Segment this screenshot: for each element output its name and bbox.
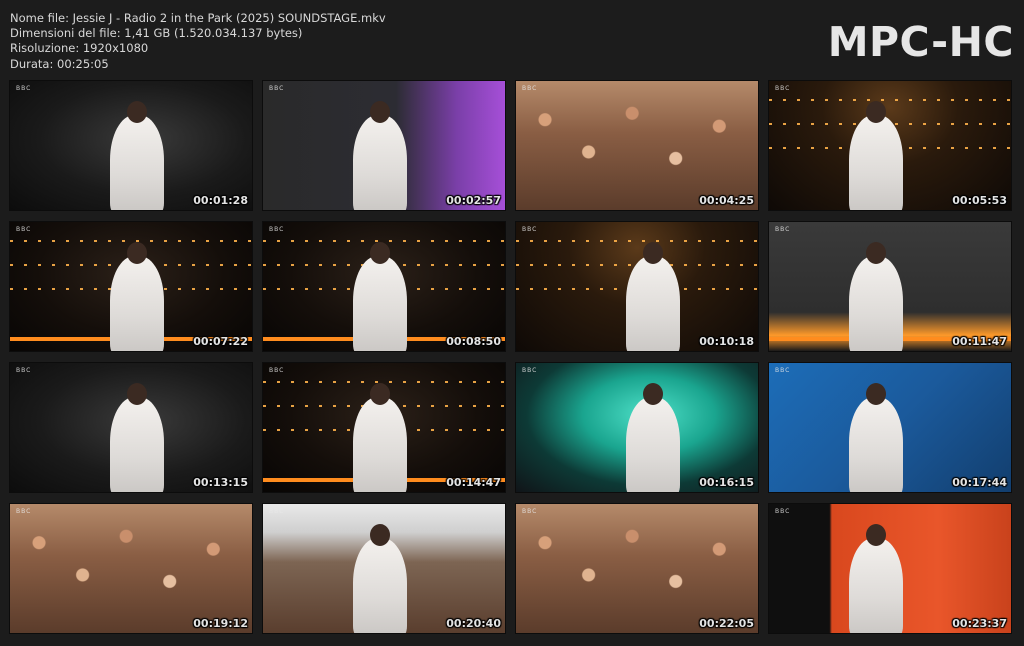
bbc-watermark: BBC [522, 85, 538, 92]
stage-lights [263, 381, 505, 383]
bbc-watermark: BBC [269, 508, 285, 515]
performer-head [127, 242, 147, 264]
thumbnail-frame: BBC 00:01:28 [9, 80, 253, 211]
timestamp-label: 00:17:44 [952, 476, 1007, 489]
thumbnail-frame: BBC 00:07:22 [9, 221, 253, 352]
timestamp-label: 00:05:53 [952, 194, 1007, 207]
bbc-watermark: BBC [16, 85, 32, 92]
thumbnail-frame: BBC 00:17:44 [768, 362, 1012, 493]
performer-head [370, 383, 390, 405]
timestamp-label: 00:14:47 [446, 476, 501, 489]
thumbnail-frame: BBC 00:08:50 [262, 221, 506, 352]
performer-head [643, 242, 663, 264]
performer-figure [626, 256, 680, 351]
performer-figure [110, 115, 164, 210]
performer-head [866, 242, 886, 264]
performer-figure [849, 115, 903, 210]
thumbnail-frame: BBC 00:23:37 [768, 503, 1012, 634]
thumbnail-image [516, 81, 758, 210]
bbc-watermark: BBC [775, 85, 791, 92]
performer-figure [849, 397, 903, 492]
thumbnail-grid: BBC 00:01:28 BBC 00:02:57 BBC 00:04:25 BBC 00:0… [0, 0, 1024, 646]
thumbnail-frame: BBC 00:11:47 [768, 221, 1012, 352]
timestamp-label: 00:22:05 [699, 617, 754, 630]
performer-head [866, 524, 886, 546]
stage-lights [516, 240, 758, 242]
thumbnail-frame: BBC 00:16:15 [515, 362, 759, 493]
bbc-watermark: BBC [775, 367, 791, 374]
performer-figure [626, 397, 680, 492]
bbc-watermark: BBC [16, 226, 32, 233]
performer-figure [353, 538, 407, 633]
performer-head [370, 524, 390, 546]
timestamp-label: 00:11:47 [952, 335, 1007, 348]
timestamp-label: 00:08:50 [446, 335, 501, 348]
bbc-watermark: BBC [775, 508, 791, 515]
bbc-watermark: BBC [269, 226, 285, 233]
performer-head [127, 383, 147, 405]
performer-figure [110, 256, 164, 351]
bbc-watermark: BBC [269, 85, 285, 92]
thumbnail-frame: BBC 00:22:05 [515, 503, 759, 634]
performer-head [866, 383, 886, 405]
bbc-watermark: BBC [522, 367, 538, 374]
thumbnail-frame: BBC 00:05:53 [768, 80, 1012, 211]
timestamp-label: 00:19:12 [193, 617, 248, 630]
performer-head [370, 242, 390, 264]
timestamp-label: 00:10:18 [699, 335, 754, 348]
performer-head [643, 383, 663, 405]
thumbnail-frame: BBC 00:20:40 [262, 503, 506, 634]
performer-figure [353, 256, 407, 351]
performer-figure [353, 397, 407, 492]
bbc-watermark: BBC [522, 226, 538, 233]
timestamp-label: 00:13:15 [193, 476, 248, 489]
performer-figure [849, 256, 903, 351]
bbc-watermark: BBC [269, 367, 285, 374]
bbc-watermark: BBC [775, 226, 791, 233]
thumbnail-frame: BBC 00:14:47 [262, 362, 506, 493]
stage-lights [263, 240, 505, 242]
thumbnail-frame: BBC 00:10:18 [515, 221, 759, 352]
bbc-watermark: BBC [522, 508, 538, 515]
bbc-watermark: BBC [16, 367, 32, 374]
stage-lights [769, 99, 1011, 101]
thumbnail-image [10, 504, 252, 633]
performer-head [866, 101, 886, 123]
timestamp-label: 00:04:25 [699, 194, 754, 207]
thumbnail-frame: BBC 00:02:57 [262, 80, 506, 211]
performer-head [370, 101, 390, 123]
performer-figure [110, 397, 164, 492]
performer-figure [849, 538, 903, 633]
thumbnail-frame: BBC 00:19:12 [9, 503, 253, 634]
timestamp-label: 00:16:15 [699, 476, 754, 489]
timestamp-label: 00:01:28 [193, 194, 248, 207]
thumbnail-image [516, 504, 758, 633]
performer-figure [353, 115, 407, 210]
timestamp-label: 00:02:57 [446, 194, 501, 207]
bbc-watermark: BBC [16, 508, 32, 515]
timestamp-label: 00:20:40 [446, 617, 501, 630]
performer-head [127, 101, 147, 123]
thumbnail-frame: BBC 00:04:25 [515, 80, 759, 211]
stage-lights [10, 240, 252, 242]
timestamp-label: 00:07:22 [193, 335, 248, 348]
thumbnail-frame: BBC 00:13:15 [9, 362, 253, 493]
timestamp-label: 00:23:37 [952, 617, 1007, 630]
